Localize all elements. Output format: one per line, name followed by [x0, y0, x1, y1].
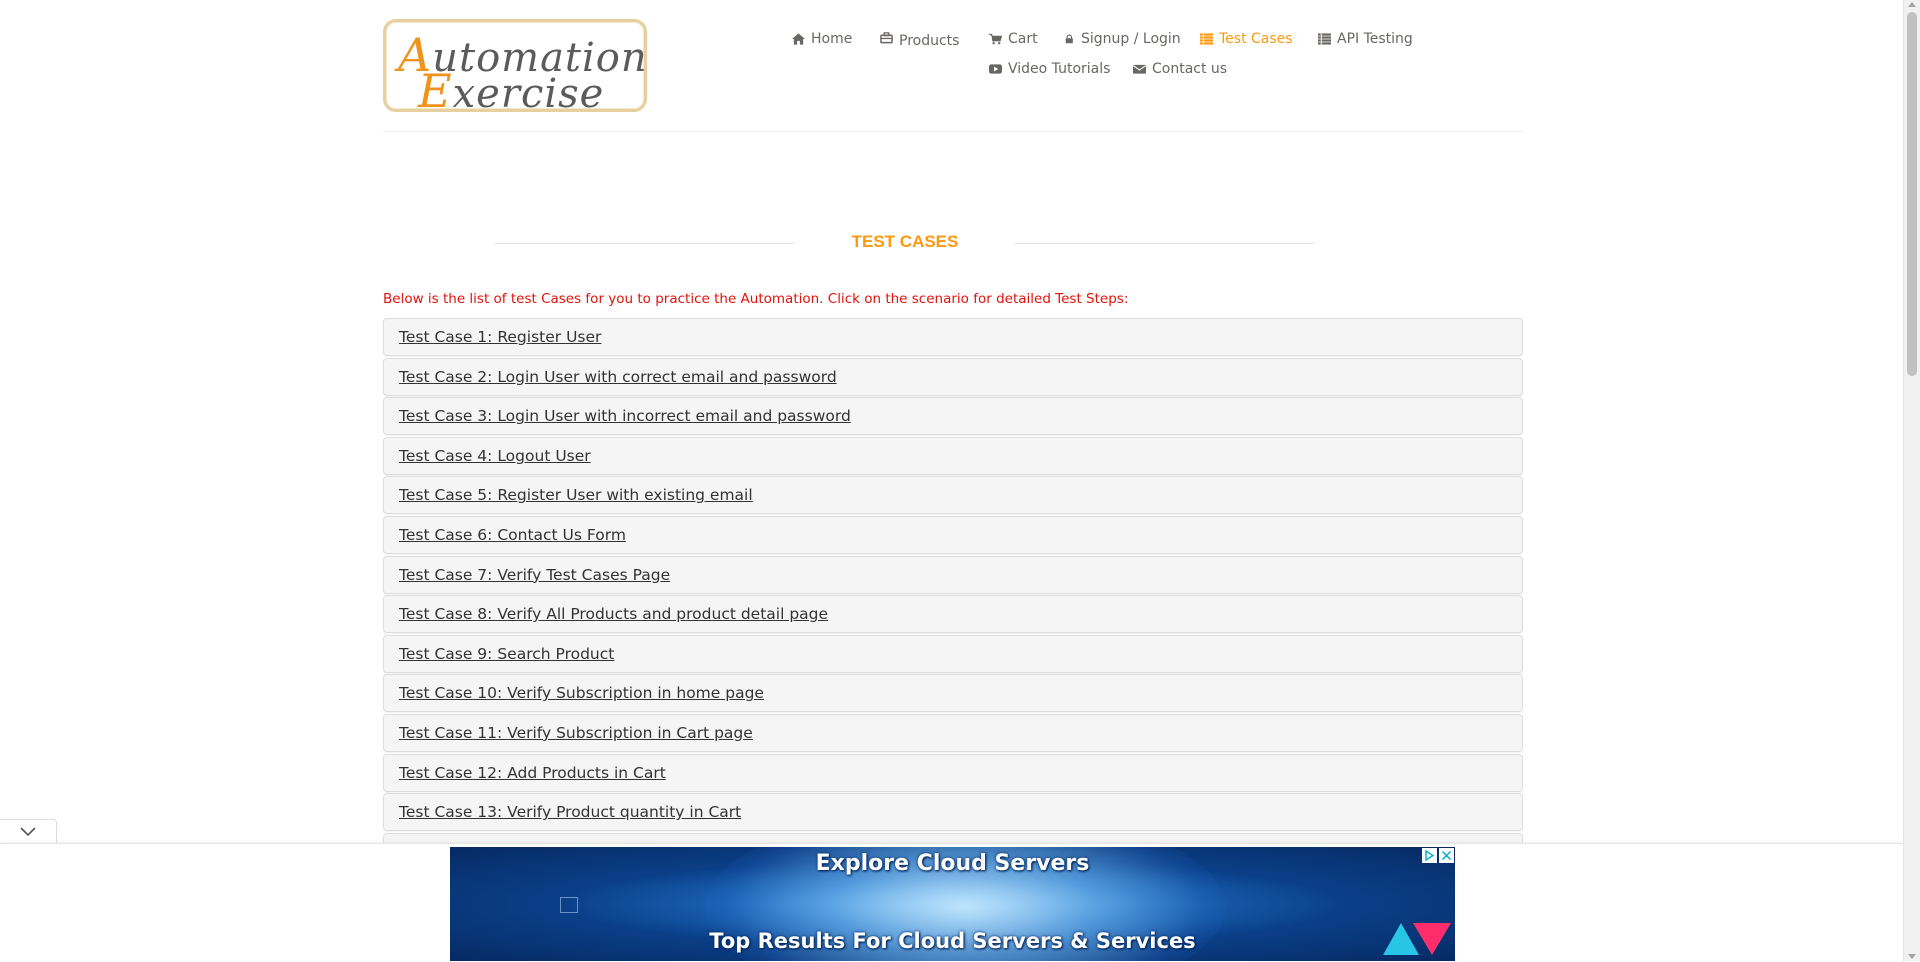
page-scrollbar[interactable]	[1903, 0, 1920, 961]
test-case-link[interactable]: Test Case 11: Verify Subscription in Car…	[399, 724, 753, 742]
nav-api-testing[interactable]: API Testing	[1318, 31, 1413, 47]
test-case-link[interactable]: Test Case 4: Logout User	[399, 447, 591, 465]
test-case-panel: Test Case 2: Login User with correct ema…	[383, 357, 1523, 396]
nav-test-cases-label: Test Cases	[1219, 31, 1293, 47]
ad-brand-logo	[1383, 923, 1451, 955]
nav-products-label: Products	[899, 33, 960, 49]
list-icon	[1200, 33, 1213, 45]
nav-home-label: Home	[811, 31, 853, 47]
youtube-icon	[989, 64, 1002, 74]
list-icon	[1318, 33, 1331, 45]
test-case-panel: Test Case 10: Verify Subscription in hom…	[383, 674, 1523, 713]
test-case-panel: Test Case 5: Register User with existing…	[383, 476, 1523, 515]
scroll-thumb[interactable]	[1907, 12, 1917, 376]
title-section: TEST CASES	[495, 230, 1315, 256]
nav-contact-us[interactable]: Contact us	[1133, 61, 1227, 77]
envelope-icon	[1133, 64, 1146, 74]
chevron-down-icon	[20, 827, 36, 837]
nav-products[interactable]: Products	[880, 31, 959, 49]
test-case-link[interactable]: Test Case 8: Verify All Products and pro…	[399, 605, 828, 623]
ad-decoration-icon	[560, 897, 578, 913]
test-case-panel: Test Case 13: Verify Product quantity in…	[383, 793, 1523, 832]
nav-api-testing-label: API Testing	[1337, 31, 1413, 47]
test-case-panel: Test Case 12: Add Products in Cart	[383, 753, 1523, 792]
test-case-link[interactable]: Test Case 5: Register User with existing…	[399, 486, 753, 504]
test-case-panel: Test Case 4: Logout User	[383, 436, 1523, 475]
page-title: TEST CASES	[851, 232, 959, 251]
nav-signup-login[interactable]: Signup / Login	[1065, 31, 1181, 47]
nav-video-tutorials[interactable]: Video Tutorials	[989, 61, 1110, 77]
nav-home[interactable]: Home	[792, 31, 852, 47]
nav-cart[interactable]: Cart	[989, 31, 1038, 47]
cart-icon	[989, 33, 1002, 45]
test-case-panel: Test Case 11: Verify Subscription in Car…	[383, 713, 1523, 752]
ad-subline: Top Results For Cloud Servers & Services	[709, 929, 1196, 953]
test-case-panel: Test Case 1: Register User	[383, 318, 1523, 356]
products-icon	[880, 32, 893, 44]
adchoices-icon[interactable]	[1422, 848, 1437, 863]
scroll-up-arrow[interactable]	[1908, 2, 1916, 7]
nav-test-cases[interactable]: Test Cases	[1200, 31, 1293, 47]
page-description: Below is the list of test Cases for you …	[383, 291, 1129, 307]
test-case-link[interactable]: Test Case 10: Verify Subscription in hom…	[399, 684, 764, 702]
ad-headline: Explore Cloud Servers	[815, 851, 1090, 876]
nav-cart-label: Cart	[1008, 31, 1038, 47]
header-divider	[383, 131, 1523, 132]
test-case-link[interactable]: Test Case 13: Verify Product quantity in…	[399, 803, 741, 821]
scroll-down-arrow[interactable]	[1908, 954, 1916, 959]
nav-signup-label: Signup / Login	[1081, 31, 1181, 47]
test-case-link[interactable]: Test Case 2: Login User with correct ema…	[399, 368, 837, 386]
site-logo[interactable]: Automation Exercise	[383, 19, 647, 118]
test-case-link[interactable]: Test Case 3: Login User with incorrect e…	[399, 407, 851, 425]
ad-collapse-tab[interactable]	[0, 819, 57, 843]
test-case-list: Test Case 1: Register User Test Case 2: …	[383, 318, 1523, 872]
nav-contact-label: Contact us	[1152, 61, 1228, 77]
nav-video-label: Video Tutorials	[1008, 61, 1111, 77]
test-case-link[interactable]: Test Case 6: Contact Us Form	[399, 526, 626, 544]
test-case-link[interactable]: Test Case 1: Register User	[399, 328, 601, 346]
test-case-panel: Test Case 8: Verify All Products and pro…	[383, 595, 1523, 634]
test-case-panel: Test Case 9: Search Product	[383, 634, 1523, 673]
lock-icon	[1065, 34, 1073, 44]
test-case-panel: Test Case 6: Contact Us Form	[383, 515, 1523, 554]
test-case-panel: Test Case 3: Login User with incorrect e…	[383, 397, 1523, 436]
home-icon	[792, 33, 805, 45]
ad-close-icon[interactable]	[1439, 848, 1454, 863]
ad-banner[interactable]: Explore Cloud Servers Top Results For Cl…	[450, 847, 1455, 961]
test-case-link[interactable]: Test Case 9: Search Product	[399, 645, 614, 663]
test-case-panel: Test Case 7: Verify Test Cases Page	[383, 555, 1523, 594]
test-case-link[interactable]: Test Case 7: Verify Test Cases Page	[399, 566, 670, 584]
test-case-link[interactable]: Test Case 12: Add Products in Cart	[399, 764, 666, 782]
logo-line-exercise: Exercise	[418, 64, 605, 118]
